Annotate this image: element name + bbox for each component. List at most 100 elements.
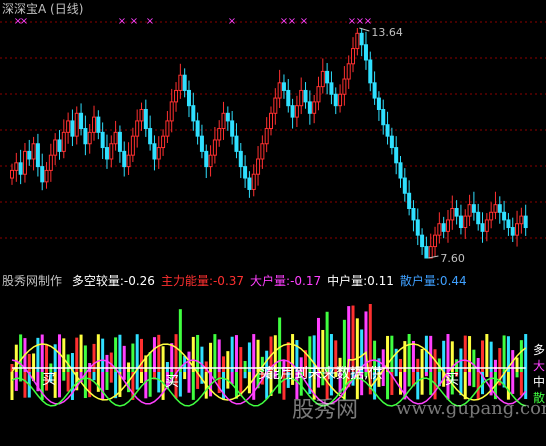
signal-marker: × (146, 16, 154, 27)
candle-body (234, 135, 239, 152)
indicator-bar (178, 309, 182, 372)
indicator-bar (230, 336, 234, 372)
candle-body (247, 177, 252, 190)
indicator-bar (342, 319, 346, 372)
candle-body (471, 204, 476, 213)
candle-body (178, 74, 183, 91)
candle-body (407, 192, 412, 209)
indicator-bar-neg (511, 372, 515, 394)
candle-body (277, 82, 282, 99)
indicator-bar (140, 338, 143, 372)
stock-chart-canvas: ×× × × × × × × × × × × 13.647.60 买买买买能用到未来数据,供多大中散 (0, 16, 546, 407)
candle-body (480, 223, 485, 232)
indicator-bar-neg (399, 372, 402, 395)
candle-body (238, 150, 243, 168)
candlestick-series (10, 28, 528, 259)
candle-body (221, 112, 226, 130)
indicator-bar (40, 334, 44, 372)
indicator-bar-neg (19, 372, 23, 382)
indicator-bar (316, 317, 320, 372)
indicator-bar (222, 356, 226, 372)
candle-body (208, 154, 213, 168)
signal-marker: × (118, 16, 126, 27)
candle-body (294, 105, 299, 118)
candle-body (174, 89, 179, 103)
candle-body (463, 215, 468, 229)
signal-marker: × (300, 16, 308, 27)
indicator-annotation: 买 (445, 372, 459, 388)
candle-body (363, 44, 368, 61)
indicator-bar (109, 352, 113, 372)
candle-body (329, 82, 334, 95)
indicator-bar-neg (243, 372, 247, 379)
candle-body (372, 82, 377, 99)
signal-marker: × (20, 16, 28, 27)
indicator-bar (79, 334, 83, 372)
candle-body (70, 120, 75, 137)
indicator-bar (27, 353, 31, 372)
indicator-bar-neg (234, 372, 238, 399)
indicator-bar (157, 334, 161, 372)
high-price-label: 13.64 (371, 26, 403, 39)
candle-body (523, 215, 528, 229)
indicator-bar (174, 334, 178, 372)
indicator-bar-neg (420, 372, 424, 395)
candle-body (57, 139, 62, 152)
candle-body (290, 105, 295, 118)
indicator-bar-neg (506, 372, 510, 400)
indicator-annotation: 买 (42, 372, 56, 388)
candle-body (502, 211, 507, 221)
indicator-bar-neg (178, 372, 182, 397)
indicator-bar (407, 334, 411, 372)
candle-body (307, 101, 312, 114)
indicator-bar (252, 334, 256, 372)
indicator-bar (19, 334, 23, 372)
candle-body (10, 169, 14, 179)
candle-body (381, 108, 386, 126)
candle-body (27, 150, 32, 160)
price-grid (0, 21, 546, 239)
indicator-bar (217, 339, 221, 372)
signal-marker: × (228, 16, 236, 27)
candle-body (281, 82, 286, 91)
candle-body (346, 63, 351, 80)
candle-body (286, 89, 291, 107)
candle-body (467, 204, 472, 217)
candle-body (325, 70, 330, 84)
candle-body (161, 135, 166, 149)
indicator-bar-neg (463, 372, 467, 400)
indicator-bar (243, 360, 247, 372)
indicator-right-label: 多 (533, 343, 545, 357)
indicator-bar (135, 334, 139, 372)
candle-body (299, 89, 304, 107)
candle-body (359, 32, 364, 46)
candle-body (506, 219, 511, 229)
candle-body (515, 223, 520, 236)
candle-body (437, 223, 442, 236)
candle-body (355, 32, 360, 50)
candle-body (333, 93, 338, 107)
candle-body (100, 131, 105, 149)
candle-body (117, 131, 122, 152)
candle-body (273, 97, 278, 114)
candle-body (48, 154, 53, 171)
indicator-bar (234, 335, 238, 372)
indicator-bar (32, 353, 36, 372)
candle-body (212, 139, 217, 156)
candle-body (497, 204, 502, 213)
indicator-bar-neg (386, 372, 390, 400)
watermark-cn: 股秀网 (292, 398, 359, 423)
candle-body (92, 116, 97, 133)
candle-body (411, 207, 416, 221)
signal-markers: ×× × × × × × × × × × × (14, 16, 372, 27)
candle-body (186, 89, 191, 107)
candle-body (225, 112, 230, 122)
candle-body (148, 128, 153, 145)
candle-body (79, 112, 84, 130)
signal-marker: × (130, 16, 138, 27)
indicator-bar-neg (157, 372, 161, 393)
candle-body (338, 93, 343, 107)
indicator-bar-neg (140, 372, 143, 384)
candle-body (269, 112, 273, 130)
candle-body (22, 150, 27, 175)
